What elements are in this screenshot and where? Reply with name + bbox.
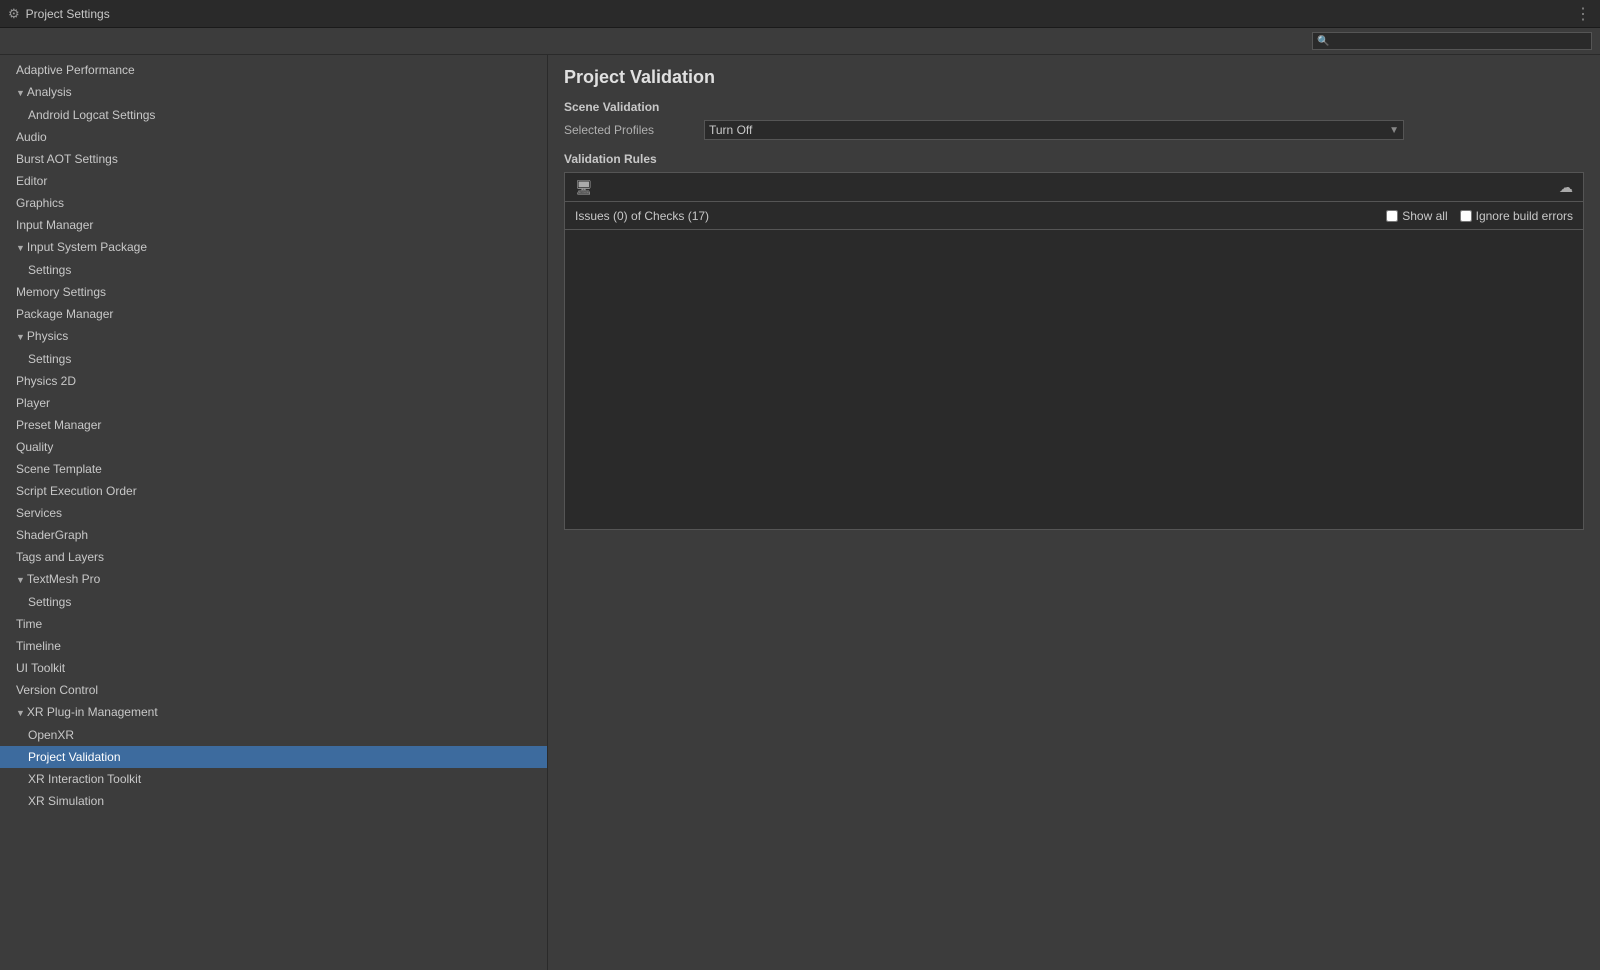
right-icons-group: ☁	[1074, 179, 1573, 196]
selected-profiles-row: Selected Profiles Turn Off ▼	[564, 120, 1584, 140]
sidebar-item-audio[interactable]: Audio	[0, 126, 547, 148]
sidebar-item-services[interactable]: Services	[0, 502, 547, 524]
sidebar-item-project-validation[interactable]: Project Validation	[0, 746, 547, 768]
page-title: Project Validation	[564, 67, 1584, 88]
sidebar-item-physics[interactable]: ▼Physics	[0, 325, 547, 348]
sidebar: Adaptive Performance▼AnalysisAndroid Log…	[0, 55, 548, 970]
sidebar-item-xr-interaction-toolkit[interactable]: XR Interaction Toolkit	[0, 768, 547, 790]
sidebar-item-package-manager[interactable]: Package Manager	[0, 303, 547, 325]
more-options-icon[interactable]: ⋮	[1575, 4, 1592, 24]
sidebar-item-xr-simulation[interactable]: XR Simulation	[0, 790, 547, 812]
sidebar-item-version-control[interactable]: Version Control	[0, 679, 547, 701]
ignore-build-errors-label: Ignore build errors	[1476, 209, 1573, 223]
rules-icons-row: 🖥 ☁	[564, 172, 1584, 202]
selected-profiles-value: Turn Off	[709, 123, 752, 137]
sidebar-item-adaptive-performance[interactable]: Adaptive Performance	[0, 59, 547, 81]
triangle-icon: ▼	[16, 328, 25, 346]
window-title: Project Settings	[26, 7, 110, 21]
sidebar-item-burst-aot[interactable]: Burst AOT Settings	[0, 148, 547, 170]
sidebar-item-input-system-package[interactable]: ▼Input System Package	[0, 236, 547, 259]
sidebar-item-ui-toolkit[interactable]: UI Toolkit	[0, 657, 547, 679]
selected-profiles-label: Selected Profiles	[564, 123, 704, 137]
issues-content-area	[564, 230, 1584, 530]
sidebar-item-android-logcat[interactable]: Android Logcat Settings	[0, 104, 547, 126]
desktop-icon[interactable]: 🖥	[575, 179, 593, 196]
title-bar: ⚙ Project Settings ⋮	[0, 0, 1600, 28]
sidebar-item-scene-template[interactable]: Scene Template	[0, 458, 547, 480]
sidebar-item-editor[interactable]: Editor	[0, 170, 547, 192]
content-area: Project Validation Scene Validation Sele…	[548, 55, 1600, 970]
sidebar-item-openxr[interactable]: OpenXR	[0, 724, 547, 746]
ignore-build-errors-checkbox[interactable]	[1460, 210, 1472, 222]
sidebar-item-player[interactable]: Player	[0, 392, 547, 414]
triangle-icon: ▼	[16, 239, 25, 257]
cloud-icon[interactable]: ☁	[1559, 179, 1573, 196]
scene-validation-label: Scene Validation	[564, 100, 1584, 114]
sidebar-item-script-execution-order[interactable]: Script Execution Order	[0, 480, 547, 502]
sidebar-item-memory-settings[interactable]: Memory Settings	[0, 281, 547, 303]
triangle-icon: ▼	[16, 571, 25, 589]
ignore-build-errors-checkbox-group: Ignore build errors	[1460, 209, 1573, 223]
show-all-label: Show all	[1402, 209, 1447, 223]
search-bar: 🔍	[1312, 32, 1592, 50]
sidebar-item-preset-manager[interactable]: Preset Manager	[0, 414, 547, 436]
dropdown-arrow-icon: ▼	[1389, 125, 1399, 136]
triangle-icon: ▼	[16, 84, 25, 102]
issues-row: Issues (0) of Checks (17) Show all Ignor…	[564, 202, 1584, 230]
search-input[interactable]	[1332, 35, 1587, 47]
gear-icon: ⚙	[8, 6, 20, 22]
sidebar-item-textmesh-settings[interactable]: Settings	[0, 591, 547, 613]
sidebar-item-physics-settings[interactable]: Settings	[0, 348, 547, 370]
show-all-checkbox[interactable]	[1386, 210, 1398, 222]
sidebar-item-graphics[interactable]: Graphics	[0, 192, 547, 214]
sidebar-item-timeline[interactable]: Timeline	[0, 635, 547, 657]
sidebar-item-textmesh-pro[interactable]: ▼TextMesh Pro	[0, 568, 547, 591]
sidebar-item-time[interactable]: Time	[0, 613, 547, 635]
sidebar-item-input-manager[interactable]: Input Manager	[0, 214, 547, 236]
issues-label: Issues (0) of Checks (17)	[575, 209, 1374, 223]
triangle-icon: ▼	[16, 704, 25, 722]
sidebar-item-tags-and-layers[interactable]: Tags and Layers	[0, 546, 547, 568]
sidebar-item-quality[interactable]: Quality	[0, 436, 547, 458]
selected-profiles-dropdown[interactable]: Turn Off ▼	[704, 120, 1404, 140]
sidebar-item-input-system-settings[interactable]: Settings	[0, 259, 547, 281]
search-icon: 🔍	[1317, 36, 1329, 47]
left-icons-group: 🖥	[575, 179, 1074, 196]
show-all-checkbox-group: Show all	[1386, 209, 1447, 223]
sidebar-item-analysis[interactable]: ▼Analysis	[0, 81, 547, 104]
search-bar-wrapper: 🔍	[0, 28, 1600, 55]
sidebar-item-physics-2d[interactable]: Physics 2D	[0, 370, 547, 392]
main-layout: Adaptive Performance▼AnalysisAndroid Log…	[0, 55, 1600, 970]
sidebar-item-xr-plug-in-management[interactable]: ▼XR Plug-in Management	[0, 701, 547, 724]
sidebar-item-shader-graph[interactable]: ShaderGraph	[0, 524, 547, 546]
validation-rules-label: Validation Rules	[564, 152, 1584, 166]
